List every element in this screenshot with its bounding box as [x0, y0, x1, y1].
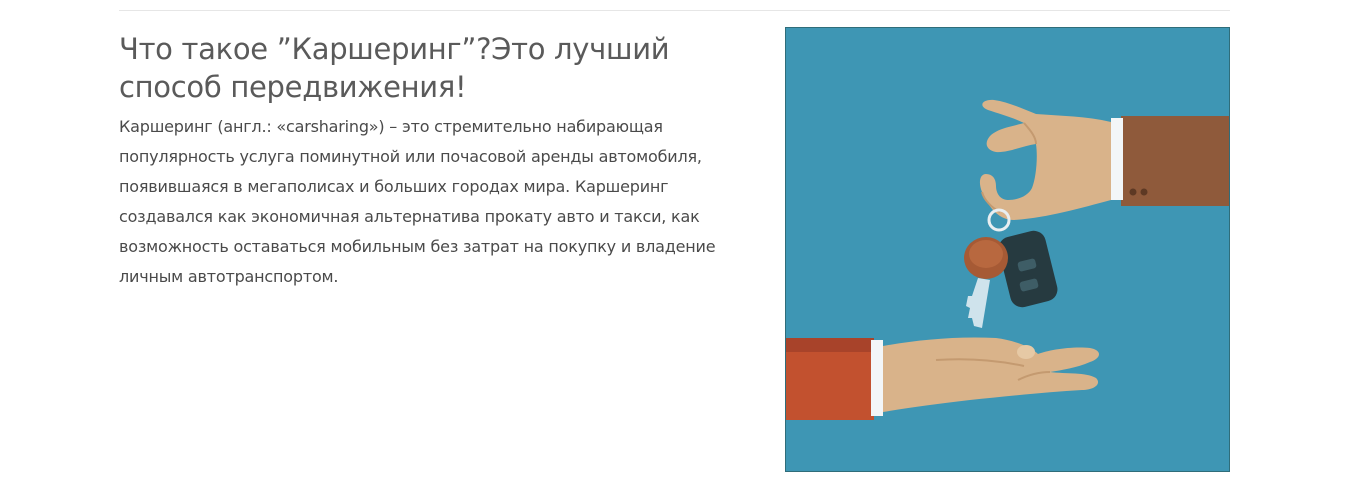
article-title: Что такое ”Каршеринг”?Это лучший способ …	[119, 32, 670, 104]
car-keys	[964, 208, 1058, 328]
article-body: Каршеринг (англ.: «carsharing») – это ст…	[119, 117, 716, 286]
top-divider	[119, 10, 1230, 11]
upper-arm	[979, 99, 1229, 220]
keys-handover-image	[786, 99, 1229, 420]
lower-arm	[786, 337, 1099, 420]
page: Что такое ”Каршеринг”?Это лучший способ …	[0, 0, 1349, 484]
article-text: Что такое ”Каршеринг”?Это лучший способ …	[119, 30, 759, 292]
carsharing-illustration	[785, 27, 1230, 472]
